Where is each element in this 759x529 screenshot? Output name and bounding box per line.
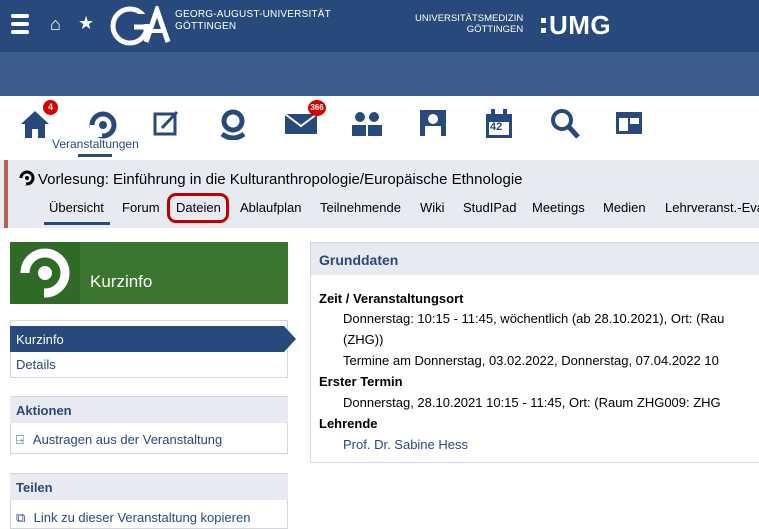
profile-nav-icon[interactable] [418, 108, 448, 138]
course-icon [19, 170, 35, 186]
home-small-icon[interactable]: ⌂ [50, 14, 61, 35]
label-first-date: Erster Termin [319, 374, 403, 389]
sidebar-title: Kurzinfo [90, 272, 153, 291]
umg-logo[interactable]: UMG [549, 10, 611, 41]
actions-title-text: Aktionen [16, 403, 72, 418]
university-line-2: GÖTTINGEN [175, 21, 237, 32]
tab-medien[interactable]: Medien [603, 200, 646, 215]
nav-active-underline [78, 154, 112, 157]
share-title-text: Teilen [16, 480, 53, 495]
panel-header: Grunddaten [311, 243, 759, 275]
umg-subtitle: UNIVERSITÄTSMEDIZIN GÖTTINGEN [415, 13, 523, 35]
umg-subtitle-line-2: GÖTTINGEN [466, 24, 524, 35]
university-line-1: GEORG-AUGUST-UNIVERSITÄT [175, 9, 331, 20]
tab-lehrveranst-eval[interactable]: Lehrveranst.-Eva [665, 200, 759, 215]
menu-icon[interactable] [11, 14, 29, 36]
home-badge: 4 [43, 100, 58, 115]
dateien-highlight [167, 193, 229, 223]
course-accent [4, 160, 8, 228]
contacts-nav-icon[interactable] [350, 108, 384, 138]
course-title: Vorlesung: Einführung in die Kulturanthr… [38, 171, 523, 188]
tab-teilnehmende[interactable]: Teilnehmende [320, 200, 401, 215]
time-line-1: Donnerstag: 10:15 - 11:45, wöchentlich (… [343, 311, 725, 326]
admin-nav-icon[interactable] [614, 108, 644, 138]
umg-subtitle-line-1: UNIVERSITÄTSMEDIZIN [415, 13, 524, 24]
tab-active-underline [44, 222, 110, 225]
community-nav-icon[interactable] [216, 108, 250, 140]
sub-bar [0, 52, 759, 96]
panel-title: Grunddaten [319, 252, 399, 268]
university-name: GEORG-AUGUST-UNIVERSITÄT GÖTTINGEN [175, 9, 331, 33]
star-icon[interactable]: ★ [78, 13, 94, 34]
courses-logo-icon [20, 248, 70, 299]
time-line-2: (ZHG)) [343, 332, 384, 347]
sidebar-item-label: Kurzinfo [16, 332, 64, 347]
tab-studipad[interactable]: StudIPad [463, 200, 517, 215]
actions-section-title: Aktionen [10, 397, 288, 423]
search-icon[interactable] [550, 108, 580, 140]
calendar-day: 42 [490, 121, 503, 133]
first-date-value: Donnerstag, 28.10.2021 10:15 - 11:45, Or… [343, 395, 721, 410]
time-line-3: Termine am Donnerstag, 03.02.2022, Donne… [343, 353, 719, 368]
nav-active-label[interactable]: Veranstaltungen [52, 137, 139, 151]
label-teachers: Lehrende [319, 416, 378, 431]
university-logo[interactable] [110, 6, 172, 46]
leave-course-action[interactable]: ⍈ Austragen aus der Veranstaltung [16, 432, 294, 448]
grunddaten-panel: Grunddaten Zeit / Veranstaltungsort Donn… [310, 242, 759, 463]
tab-meetings[interactable]: Meetings [532, 200, 585, 215]
tab-wiki[interactable]: Wiki [420, 200, 445, 215]
tab-forum[interactable]: Forum [122, 200, 160, 215]
sidebar-logo [10, 242, 80, 304]
messages-badge: 366 [308, 100, 326, 116]
sidebar-item-details[interactable]: Details [16, 357, 294, 372]
label-time-location: Zeit / Veranstaltungsort [319, 291, 464, 306]
exit-icon: ⍈ [16, 432, 24, 447]
leave-course-label: Austragen aus der Veranstaltung [32, 432, 223, 447]
copy-link-action[interactable]: ⧉ Link zu dieser Veranstaltung kopieren [16, 510, 294, 526]
teacher-link[interactable]: Prof. Dr. Sabine Hess [343, 437, 468, 452]
tab-ablaufplan[interactable]: Ablaufplan [240, 200, 301, 215]
copy-link-label: Link zu dieser Veranstaltung kopieren [33, 510, 251, 525]
scheduler-nav-icon[interactable] [152, 108, 182, 138]
sidebar-header: Kurzinfo [10, 242, 288, 304]
umg-dots [541, 18, 546, 38]
sidebar-item-kurzinfo[interactable]: Kurzinfo [10, 326, 296, 352]
share-section-title: Teilen [10, 474, 288, 500]
tab-uebersicht[interactable]: Übersicht [49, 200, 104, 215]
copy-icon: ⧉ [16, 510, 26, 525]
